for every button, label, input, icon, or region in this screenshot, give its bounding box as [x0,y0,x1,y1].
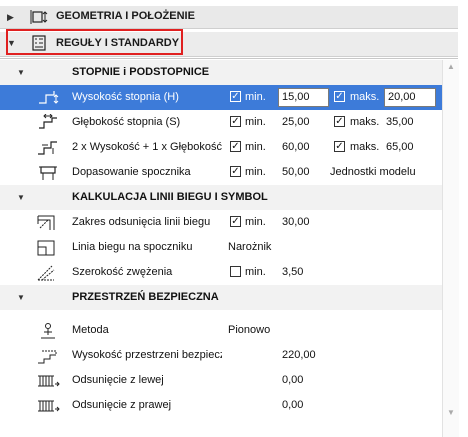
scroll-up-icon[interactable]: ▲ [447,62,455,71]
min-checkbox[interactable]: ✓ [230,166,241,177]
panel-header-geometria[interactable]: ▶ GEOMETRIA I POŁOŻENIE [0,6,458,29]
max-checkbox[interactable]: ✓ [334,141,345,152]
min-label: min. [245,91,266,103]
row-odsuniecie-prawej[interactable]: Odsunięcie z prawej 0,00 [0,393,442,418]
row-odsuniecie-lewej[interactable]: Odsunięcie z lewej 0,00 [0,368,442,393]
min-value[interactable]: 25,00 [282,116,310,128]
step-formula-icon [38,141,57,155]
max-label: maks. [350,116,380,128]
section-title: STOPNIE i PODSTOPNICE [72,66,210,78]
min-value[interactable]: 50,00 [282,166,310,178]
collapse-arrow-icon[interactable]: ▼ [17,293,25,302]
row-label: Odsunięcie z prawej [72,399,172,411]
max-label: maks. [350,141,380,153]
landing-fit-icon [39,166,57,180]
min-value[interactable]: 30,00 [282,216,310,228]
row-value[interactable]: 220,00 [282,349,316,361]
row-dopasowanie[interactable]: Dopasowanie spocznika ✓ min. 50,00 Jedno… [0,160,442,185]
max-label: maks. [350,91,380,103]
max-value[interactable]: 65,00 [386,141,414,153]
expand-arrow-icon[interactable]: ▶ [7,12,14,23]
max-checkbox[interactable]: ✓ [334,91,345,102]
left-offset-icon [38,375,60,387]
min-label: min. [245,141,266,153]
row-formula[interactable]: 2 x Wysokość + 1 x Głębokość ✓ min. 60,0… [0,135,442,160]
right-offset-icon [38,400,60,412]
max-checkbox[interactable]: ✓ [334,116,345,127]
narrowing-width-icon [37,265,55,281]
row-label: Dopasowanie spocznika [72,166,191,178]
section-title: KALKULACJA LINII BIEGU I SYMBOL [72,191,268,203]
panel-title: GEOMETRIA I POŁOŻENIE [56,10,195,22]
walkline-landing-icon [37,240,55,256]
method-icon [41,323,55,339]
scroll-down-icon[interactable]: ▼ [447,408,455,417]
row-label: Głębokość stopnia (S) [72,116,181,128]
row-value[interactable]: Pionowo [228,324,270,336]
min-checkbox[interactable]: ✓ [230,141,241,152]
walkline-offset-icon [37,215,55,230]
row-wysokosc-stopnia[interactable]: Wysokość stopnia (H) ✓ min. 15,00 ✓ maks… [0,85,442,110]
max-value[interactable]: 35,00 [386,116,414,128]
collapse-arrow-icon[interactable]: ▼ [17,193,25,202]
row-szerokosc-zwezenia[interactable]: Szerokość zwężenia min. 3,50 [0,260,442,285]
section-kalkulacja[interactable]: ▼ KALKULACJA LINII BIEGU I SYMBOL [0,185,442,210]
min-checkbox[interactable] [230,266,241,277]
vertical-scrollbar[interactable]: ▲ ▼ [442,60,459,437]
divider [0,58,458,59]
row-zakres[interactable]: Zakres odsunięcia linii biegu ✓ min. 30,… [0,210,442,235]
min-checkbox[interactable]: ✓ [230,216,241,227]
min-input[interactable]: 15,00 [278,88,329,107]
row-wysokosc-przestrzeni[interactable]: Wysokość przestrzeni bezpiecznej 220,00 [0,343,442,368]
section-przestrzen[interactable]: ▼ PRZESTRZEŃ BEZPIECZNA [0,285,442,310]
row-label: Linia biegu na spoczniku [72,241,193,253]
row-metoda[interactable]: Metoda Pionowo [0,318,442,343]
row-label: Wysokość stopnia (H) [72,91,179,103]
row-value[interactable]: Narożnik [228,241,271,253]
headroom-height-icon [38,350,57,364]
min-label: min. [245,116,266,128]
unit-label: Jednostki modelu [330,166,416,178]
highlight-box [6,29,183,55]
row-label: Szerokość zwężenia [72,266,173,278]
riser-height-icon [39,91,59,104]
row-value[interactable]: 0,00 [282,374,303,386]
row-linia-biegu[interactable]: Linia biegu na spoczniku Narożnik [0,235,442,260]
min-label: min. [245,266,266,278]
tread-depth-icon [39,114,57,129]
row-label: Zakres odsunięcia linii biegu [72,216,211,228]
geometry-icon [30,10,48,24]
min-label: min. [245,216,266,228]
row-label: Odsunięcie z lewej [72,374,164,386]
row-glebokosc-stopnia[interactable]: Głębokość stopnia (S) ✓ min. 25,00 ✓ mak… [0,110,442,135]
settings-grid: ▼ STOPNIE i PODSTOPNICE Wysokość stopnia… [0,60,442,437]
min-checkbox[interactable]: ✓ [230,91,241,102]
section-stopnie[interactable]: ▼ STOPNIE i PODSTOPNICE [0,60,442,85]
collapse-arrow-icon[interactable]: ▼ [17,68,25,77]
row-label: 2 x Wysokość + 1 x Głębokość [72,141,222,153]
row-value[interactable]: 0,00 [282,399,303,411]
min-value[interactable]: 3,50 [282,266,303,278]
max-input[interactable]: 20,00 [384,88,436,107]
min-value[interactable]: 60,00 [282,141,310,153]
min-checkbox[interactable]: ✓ [230,116,241,127]
row-label: Metoda [72,324,109,336]
section-title: PRZESTRZEŃ BEZPIECZNA [72,291,219,303]
row-label: Wysokość przestrzeni bezpiecznej [72,349,222,361]
min-label: min. [245,166,266,178]
